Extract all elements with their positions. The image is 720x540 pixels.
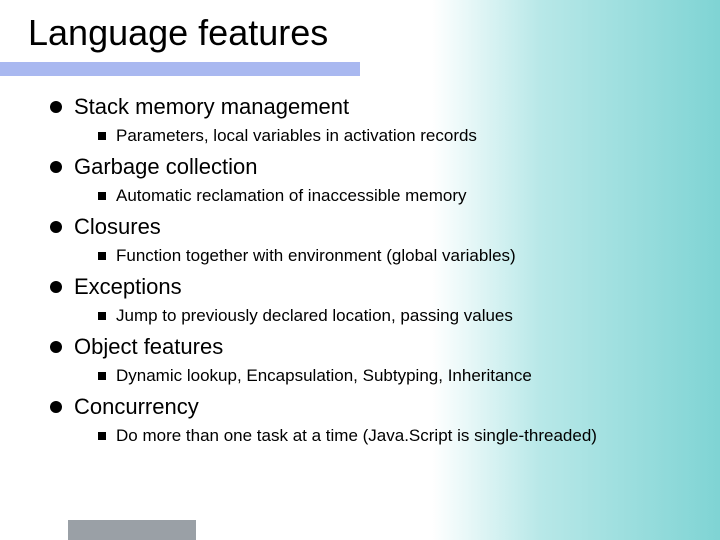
- list-item: Exceptions Jump to previously declared l…: [50, 274, 700, 326]
- square-bullet-icon: [98, 372, 106, 380]
- list-item: Garbage collection Automatic reclamation…: [50, 154, 700, 206]
- main-point: Object features: [50, 334, 700, 360]
- circle-bullet-icon: [50, 401, 62, 413]
- sub-label: Automatic reclamation of inaccessible me…: [116, 186, 467, 206]
- sub-point: Automatic reclamation of inaccessible me…: [50, 186, 700, 206]
- main-label: Stack memory management: [74, 94, 349, 120]
- sub-label: Function together with environment (glob…: [116, 246, 516, 266]
- title-underline: [0, 62, 360, 76]
- sub-label: Do more than one task at a time (Java.Sc…: [116, 426, 597, 446]
- main-point: Concurrency: [50, 394, 700, 420]
- circle-bullet-icon: [50, 281, 62, 293]
- sub-point: Function together with environment (glob…: [50, 246, 700, 266]
- circle-bullet-icon: [50, 101, 62, 113]
- square-bullet-icon: [98, 252, 106, 260]
- circle-bullet-icon: [50, 341, 62, 353]
- slide-title: Language features: [0, 0, 720, 62]
- circle-bullet-icon: [50, 221, 62, 233]
- content-area: Stack memory management Parameters, loca…: [0, 76, 720, 446]
- main-point: Closures: [50, 214, 700, 240]
- sub-point: Jump to previously declared location, pa…: [50, 306, 700, 326]
- sub-label: Jump to previously declared location, pa…: [116, 306, 513, 326]
- square-bullet-icon: [98, 132, 106, 140]
- square-bullet-icon: [98, 432, 106, 440]
- main-label: Concurrency: [74, 394, 199, 420]
- sub-point: Do more than one task at a time (Java.Sc…: [50, 426, 700, 446]
- main-label: Closures: [74, 214, 161, 240]
- square-bullet-icon: [98, 312, 106, 320]
- sub-point: Parameters, local variables in activatio…: [50, 126, 700, 146]
- main-label: Exceptions: [74, 274, 182, 300]
- main-label: Object features: [74, 334, 223, 360]
- list-item: Closures Function together with environm…: [50, 214, 700, 266]
- list-item: Concurrency Do more than one task at a t…: [50, 394, 700, 446]
- main-point: Exceptions: [50, 274, 700, 300]
- list-item: Stack memory management Parameters, loca…: [50, 94, 700, 146]
- sub-label: Dynamic lookup, Encapsulation, Subtyping…: [116, 366, 532, 386]
- list-item: Object features Dynamic lookup, Encapsul…: [50, 334, 700, 386]
- sub-label: Parameters, local variables in activatio…: [116, 126, 477, 146]
- square-bullet-icon: [98, 192, 106, 200]
- circle-bullet-icon: [50, 161, 62, 173]
- main-point: Stack memory management: [50, 94, 700, 120]
- footer-bar: [68, 520, 196, 540]
- main-label: Garbage collection: [74, 154, 257, 180]
- main-point: Garbage collection: [50, 154, 700, 180]
- sub-point: Dynamic lookup, Encapsulation, Subtyping…: [50, 366, 700, 386]
